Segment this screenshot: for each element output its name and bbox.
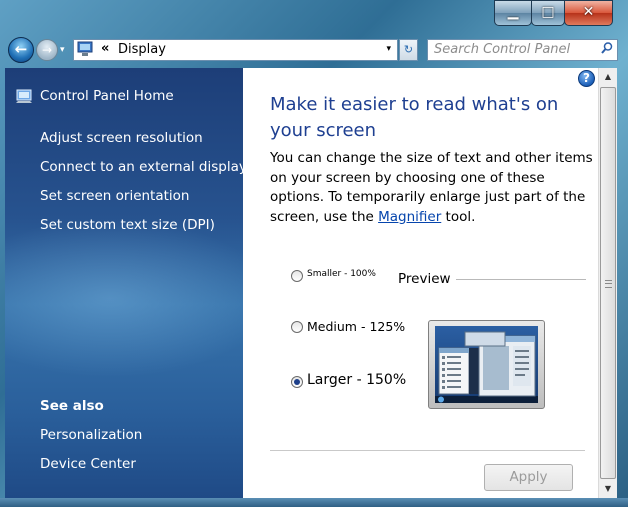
window-bottom-border (0, 498, 628, 507)
address-bar[interactable]: « Display ▾ (73, 39, 398, 61)
task-set-orientation[interactable]: Set screen orientation (40, 188, 189, 204)
page-description: You can change the size of text and othe… (270, 149, 595, 227)
description-text-end: tool. (441, 208, 476, 225)
forward-arrow-icon: → (41, 43, 53, 57)
scroll-thumb[interactable] (600, 87, 616, 479)
minimize-icon: ▁ (507, 4, 519, 20)
chevron-down-icon[interactable]: ▾ (386, 44, 391, 54)
preview-group-line (453, 279, 586, 280)
label-larger[interactable]: Larger - 150% (307, 372, 406, 388)
pane-sheen (5, 218, 243, 378)
preview-desktop-graphic (435, 326, 538, 403)
close-icon: ✕ (582, 4, 595, 20)
maximize-button[interactable]: □ (531, 0, 565, 26)
preview-screen (435, 326, 538, 403)
maximize-icon: □ (541, 4, 555, 20)
search-input[interactable]: Search Control Panel (434, 42, 570, 57)
link-personalization[interactable]: Personalization (40, 427, 142, 443)
control-panel-home-icon (16, 89, 32, 103)
breadcrumb-separator: « (101, 41, 110, 56)
search-icon[interactable] (601, 42, 613, 54)
back-button[interactable]: ← (8, 37, 34, 63)
label-smaller[interactable]: Smaller - 100% (307, 269, 376, 279)
task-adjust-resolution[interactable]: Adjust screen resolution (40, 130, 203, 146)
radio-larger[interactable] (291, 376, 303, 388)
control-panel-home-link[interactable]: Control Panel Home (40, 88, 174, 104)
link-device-center[interactable]: Device Center (40, 456, 136, 472)
refresh-button[interactable]: ↻ (399, 39, 418, 61)
task-pane: Control Panel Home Adjust screen resolut… (5, 68, 243, 498)
search-box[interactable]: Search Control Panel (427, 39, 618, 61)
footer-divider (270, 450, 585, 451)
scroll-down-arrow-icon[interactable]: ▼ (599, 480, 617, 498)
page-title: Make it easier to read what's on your sc… (270, 94, 559, 141)
preview-label: Preview (398, 271, 456, 287)
radio-medium[interactable] (291, 321, 303, 333)
see-also-header: See also (40, 398, 104, 414)
scroll-up-arrow-icon[interactable]: ▲ (599, 68, 617, 86)
label-medium[interactable]: Medium - 125% (307, 319, 405, 334)
task-connect-external-display[interactable]: Connect to an external display (40, 159, 243, 175)
vertical-scrollbar[interactable]: ▲ ▼ (598, 68, 617, 498)
forward-button[interactable]: → (36, 39, 58, 61)
chevron-down-icon: ▾ (60, 45, 65, 55)
close-button[interactable]: ✕ (564, 0, 613, 26)
main-content: ? Make it easier to read what's on your … (243, 68, 598, 498)
help-icon[interactable]: ? (578, 70, 595, 87)
recent-pages-dropdown[interactable]: ▾ (60, 45, 70, 55)
minimize-button[interactable]: ▁ (494, 0, 532, 26)
task-custom-text-size[interactable]: Set custom text size (DPI) (40, 217, 215, 233)
breadcrumb-current[interactable]: Display (118, 42, 166, 57)
control-panel-icon (77, 41, 93, 56)
radio-smaller[interactable] (291, 270, 303, 282)
display-window: ▁ □ ✕ ← → ▾ « Display ▾ ↻ Search Control… (0, 0, 628, 507)
back-arrow-icon: ← (14, 40, 28, 58)
apply-button[interactable]: Apply (484, 464, 573, 491)
refresh-icon: ↻ (403, 43, 414, 56)
scroll-grip-icon (605, 280, 612, 288)
magnifier-link[interactable]: Magnifier (378, 209, 441, 225)
preview-image (428, 320, 545, 409)
